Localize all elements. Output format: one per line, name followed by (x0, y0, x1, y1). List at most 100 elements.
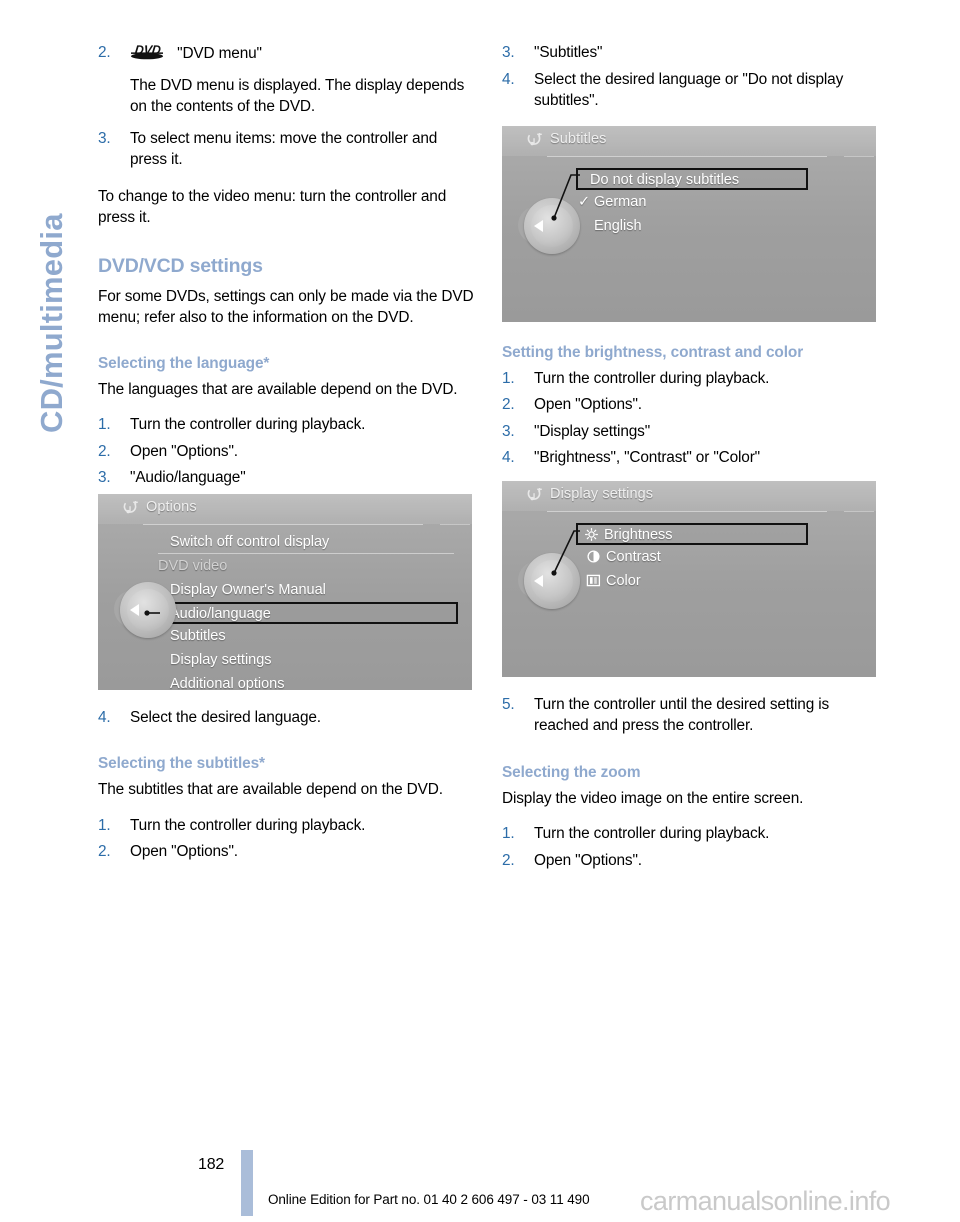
paragraph-language: The languages that are available depend … (98, 380, 458, 398)
menu-item-label: English (594, 217, 642, 234)
list-item: 2. Open "Options". (98, 441, 478, 463)
step-number: 3. (98, 129, 111, 147)
screen-title: Options (146, 498, 197, 515)
step-text: "Brightness", "Contrast" or "Color" (534, 449, 760, 466)
brightness-icon (584, 527, 599, 541)
step-text: "DVD menu" (177, 45, 262, 62)
menu-group-label-dvd-video: DVD video (158, 557, 228, 574)
step-number: 3. (502, 44, 515, 61)
subsection-heading-selecting-the-zoom: Selecting the zoom (502, 763, 641, 781)
dvd-logo-icon: DVD (130, 42, 164, 67)
step-number: 5. (502, 695, 515, 713)
menu-list: Brightness Contrast Color (576, 522, 818, 593)
menu-item-english[interactable]: English (578, 214, 818, 238)
menu-item-label: Contrast (606, 548, 661, 565)
menu-item-display-settings[interactable]: Display settings (158, 648, 458, 672)
idrive-controller-knob-icon (518, 551, 582, 615)
menu-item-display-owners-manual[interactable]: Display Owner's Manual (158, 578, 458, 602)
list-item: 1. Turn the controller during playback. (502, 368, 882, 390)
step-number: 3. (98, 469, 111, 486)
knob-left-arrow-icon (534, 574, 543, 587)
knob-left-arrow-icon (130, 603, 139, 616)
menu-item-subtitles[interactable]: Subtitles (158, 624, 458, 648)
menu-item-label: German (594, 193, 647, 210)
page-footer: 182 carmanualsonline.info Online Edition… (0, 1142, 960, 1222)
left-column: 2. DVD "DVD menu" The DVD menu is displa… (98, 42, 478, 868)
step-text: Open "Options". (130, 843, 238, 860)
list-item: 3. "Subtitles" (502, 42, 882, 64)
list-item: 1. Turn the controller during playback. (502, 823, 882, 845)
list-item: 5. Turn the controller until the desired… (502, 694, 882, 737)
list-item: 4. Select the desired language or "Do no… (502, 69, 882, 112)
subsection-heading-setting-brightness-contrast-color: Setting the brightness, contrast and col… (502, 343, 804, 361)
list-item: 2. Open "Options". (98, 841, 478, 863)
chapter-tab: CD/multimedia (0, 0, 90, 480)
subsection-heading-selecting-the-language: Selecting the language* (98, 354, 270, 372)
step-text: Select the desired language or "Do not d… (534, 70, 844, 110)
step-number: 3. (502, 422, 515, 440)
step-text: "Audio/language" (130, 469, 246, 486)
step-text: The DVD menu is displayed. The display d… (130, 76, 465, 116)
step-text: Select the desired language. (130, 708, 321, 726)
menu-list: Switch off control display DVD video Dis… (156, 530, 458, 690)
screen-title: Display settings (550, 485, 654, 502)
step-number: 1. (98, 816, 111, 834)
step-number: 2. (98, 442, 111, 460)
step-text: Turn the controller during playback. (534, 825, 770, 842)
idrive-options-icon (527, 131, 543, 148)
step-number: 2. (502, 396, 515, 413)
page-number: 182 (198, 1156, 225, 1173)
menu-item-label: Brightness (604, 526, 673, 543)
step-text: Open "Options". (534, 851, 642, 869)
menu-item-additional-options[interactable]: Additional options (158, 672, 458, 690)
idrive-screenshot-options: Options Switch off control display DVD v… (98, 493, 472, 690)
step-text: Turn the controller during playback. (130, 416, 366, 433)
chapter-tab-label: CD/multimedia (34, 213, 69, 433)
step-text: Open "Options". (534, 396, 642, 413)
menu-item-contrast[interactable]: Contrast (578, 545, 818, 569)
menu-item-color[interactable]: Color (578, 569, 818, 593)
step-text: Turn the controller during playback. (534, 369, 770, 387)
watermark: carmanualsonline.info (640, 1186, 891, 1216)
page-marker-bar (241, 1150, 253, 1216)
step-number: 1. (502, 825, 515, 842)
step-number: 2. (98, 843, 111, 860)
step-number: 2. (502, 851, 515, 869)
step-text: Turn the controller during playback. (130, 816, 366, 834)
menu-item-german[interactable]: ✓ German (578, 190, 818, 214)
idrive-screenshot-display-settings: Display settings Brightness Contrast Col… (502, 480, 876, 677)
svg-text:DVD: DVD (134, 43, 161, 57)
menu-item-brightness[interactable]: Brightness (576, 522, 808, 545)
step-number: 1. (98, 416, 111, 433)
paragraph-subtitles: The subtitles that are available depend … (98, 781, 443, 798)
footer-note: Online Edition for Part no. 01 40 2 606 … (268, 1192, 590, 1207)
menu-item-audio-language[interactable]: Audio/language (156, 601, 458, 624)
menu-item-do-not-display-subtitles[interactable]: Do not display subtitles (576, 167, 808, 190)
list-item: 3. "Display settings" (502, 421, 882, 443)
list-item-note: The DVD menu is displayed. The display d… (98, 75, 478, 118)
list-item: 4. "Brightness", "Contrast" or "Color" (502, 447, 882, 469)
step-text: Open "Options". (130, 442, 238, 460)
knob-left-arrow-icon (534, 219, 543, 232)
paragraph-dvd-vcd: For some DVDs, settings can only be made… (98, 287, 474, 327)
menu-item-switch-off-control-display[interactable]: Switch off control display (158, 530, 458, 554)
step-text: To select menu items: move the controlle… (130, 129, 438, 169)
paragraph-video-menu: To change to the video menu: turn the co… (98, 187, 447, 227)
menu-item-label: Color (606, 572, 641, 589)
list-item: 3. To select menu items: move the contro… (98, 128, 478, 171)
step-number: 2. (98, 44, 111, 61)
list-item: 1. Turn the controller during playback. (98, 815, 478, 837)
screen-title: Subtitles (550, 130, 607, 147)
menu-list: Do not display subtitles ✓ German English (576, 167, 818, 238)
list-item: 2. Open "Options". (502, 394, 882, 416)
step-number: 4. (98, 708, 111, 726)
list-item: 4. Select the desired language. (98, 707, 478, 729)
step-number: 1. (502, 369, 515, 387)
section-heading-dvd-vcd-settings: DVD/VCD settings (98, 254, 263, 277)
step-text: Turn the controller until the desired se… (534, 695, 830, 735)
right-column: 3. "Subtitles" 4. Select the desired lan… (502, 42, 882, 876)
list-item: 3. "Audio/language" (98, 467, 478, 489)
idrive-screenshot-subtitles: Subtitles Do not display subtitles ✓ Germ… (502, 125, 876, 322)
idrive-controller-knob-icon (518, 196, 582, 260)
step-number: 4. (502, 449, 515, 466)
